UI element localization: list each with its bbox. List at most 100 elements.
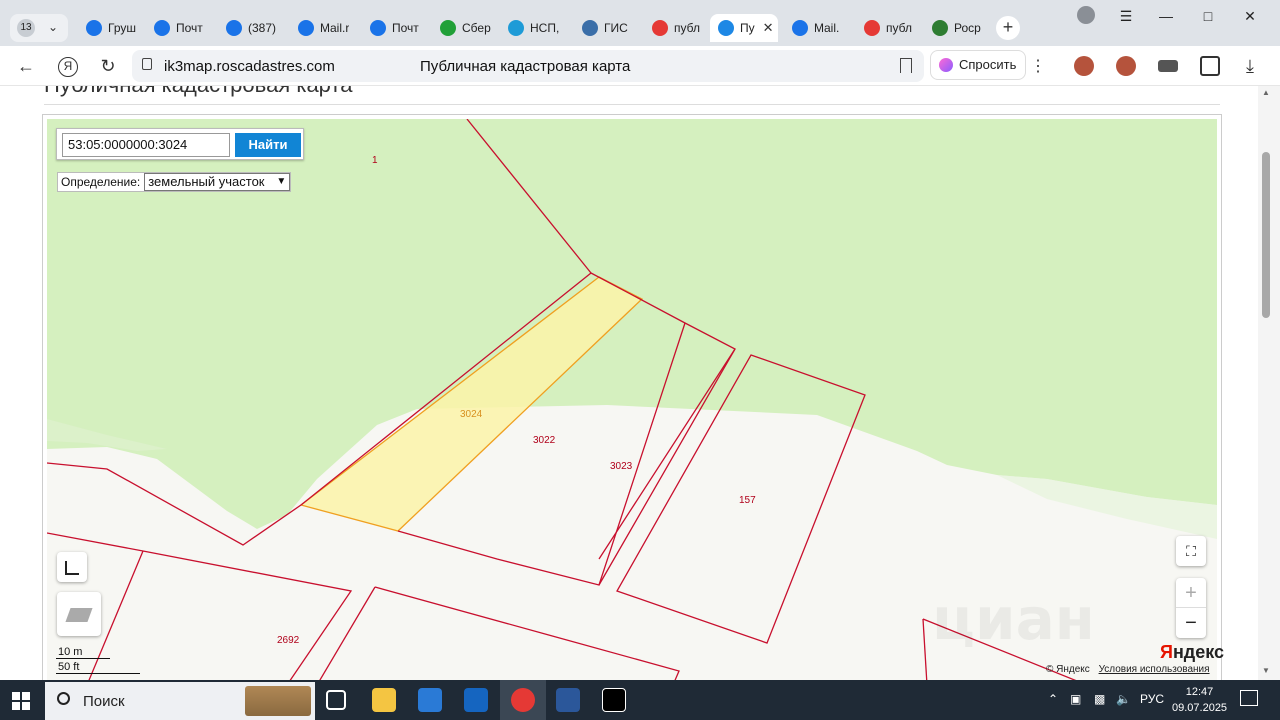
7zip-icon[interactable] — [602, 688, 626, 712]
back-icon[interactable]: ← — [14, 54, 38, 78]
page-scrollbar[interactable]: ▲ ▼ — [1258, 86, 1280, 680]
mail-icon — [370, 20, 386, 36]
tray-chevron-icon[interactable]: ⌃ — [1048, 692, 1058, 706]
clock-time: 12:47 — [1185, 686, 1214, 698]
language-indicator[interactable]: РУС — [1140, 692, 1164, 706]
mail-icon — [86, 20, 102, 36]
zoom-control: + − — [1176, 578, 1206, 638]
extension-icon-2[interactable] — [1116, 56, 1136, 76]
close-tab-icon[interactable]: ✕ — [763, 20, 774, 36]
terms-link[interactable]: Условия использования — [1099, 664, 1210, 675]
definition-select[interactable]: земельный участок ▼ — [144, 173, 291, 191]
reload-icon[interactable]: ↻ — [96, 54, 120, 78]
page-title-in-bar: Публичная кадастровая карта — [420, 58, 631, 75]
maximize-icon[interactable]: □ — [1194, 8, 1222, 24]
ask-alice-button[interactable]: Спросить — [930, 50, 1026, 80]
rosreestr-icon — [932, 20, 948, 36]
close-window-icon[interactable]: ✕ — [1236, 8, 1264, 25]
zoom-in-button[interactable]: + — [1176, 578, 1206, 608]
tab-9-active[interactable]: Пу ✕ — [710, 14, 778, 42]
tab-count: 13 — [17, 19, 35, 37]
download-icon[interactable]: ⤓ — [1238, 54, 1262, 78]
clock[interactable]: 12:47 09.07.2025 — [1172, 684, 1227, 716]
new-tab-button[interactable]: + — [996, 16, 1020, 40]
scrollbar-thumb[interactable] — [1262, 152, 1270, 318]
parcel-label-2692[interactable]: 2692 — [277, 635, 300, 646]
parcel-label-3024[interactable]: 3024 — [460, 409, 483, 420]
volume-muted-icon[interactable]: 🔈 — [1116, 692, 1131, 706]
cadastral-number-input[interactable]: 53:05:0000000:3024 — [62, 133, 230, 157]
more-options-icon[interactable]: ⋮ — [1030, 56, 1046, 76]
collections-icon[interactable] — [1200, 56, 1220, 76]
emblem-icon — [582, 20, 598, 36]
yandex-browser-taskbar-active[interactable] — [500, 680, 546, 720]
parcel-label-3023[interactable]: 3023 — [610, 461, 633, 472]
rosreestr-icon — [718, 20, 734, 36]
layers-button[interactable] — [57, 592, 101, 636]
tab-11[interactable]: публ — [856, 14, 922, 42]
parcel-label-3022[interactable]: 3022 — [533, 435, 556, 446]
notifications-icon[interactable] — [1240, 690, 1258, 706]
scale-meters: 10 m — [56, 646, 110, 659]
scroll-up-icon[interactable]: ▲ — [1262, 88, 1270, 97]
task-view-icon[interactable] — [326, 690, 346, 710]
cadastral-search-panel: 53:05:0000000:3024 Найти — [56, 128, 304, 160]
extension-icon-1[interactable] — [1074, 56, 1094, 76]
clock-date: 09.07.2025 — [1172, 702, 1228, 714]
windows-start-icon[interactable] — [12, 692, 30, 710]
file-explorer-icon[interactable] — [372, 688, 396, 712]
tab-8[interactable]: публ — [644, 14, 710, 42]
url-text: ik3map.roscadastres.com — [164, 58, 335, 75]
tab-12[interactable]: Роср — [924, 14, 990, 42]
tab-1[interactable]: Почт — [146, 14, 212, 42]
map-attribution: © Яндекс Условия использования — [1046, 664, 1210, 675]
minimize-icon[interactable]: — — [1152, 8, 1180, 24]
ruler-button[interactable] — [57, 552, 87, 582]
mail-icon — [154, 20, 170, 36]
yandex-logo[interactable]: Яндекс — [1160, 642, 1224, 663]
chevron-down-icon: ⌄ — [48, 20, 59, 34]
cadastral-map[interactable]: циан 1 3024 3022 3023 157 2692 — [47, 119, 1217, 680]
mail-icon — [792, 20, 808, 36]
parcel-label-157[interactable]: 157 — [739, 495, 756, 506]
definition-label: Определение: — [61, 175, 141, 189]
windows-taskbar: Поиск ⌃ ▣ ▩ 🔈 РУС 12:47 09.07.2025 — [0, 680, 1280, 720]
menu-icon[interactable]: ☰ — [1112, 8, 1140, 25]
yandex-home-icon[interactable]: Я — [56, 54, 80, 78]
find-button[interactable]: Найти — [235, 133, 301, 157]
tab-5[interactable]: Сбер — [432, 14, 498, 42]
yandex-browser-icon — [511, 688, 535, 712]
tab-4[interactable]: Почт — [362, 14, 428, 42]
tab-0[interactable]: Груш — [78, 14, 140, 42]
taskbar-search[interactable]: Поиск — [45, 682, 315, 720]
tab-count-button[interactable]: 13 ⌄ — [10, 14, 68, 42]
browser-tab-bar: 13 ⌄ Груш Почт (387) Mail.r Почт Сбер НС… — [0, 0, 1280, 46]
tab-6[interactable]: НСП, — [500, 14, 566, 42]
tab-2[interactable]: (387) — [218, 14, 284, 42]
fullscreen-button[interactable]: ⛶ — [1176, 536, 1206, 566]
tray-app-icon[interactable]: ▣ — [1070, 692, 1081, 706]
search-highlight-image — [245, 686, 311, 716]
fullscreen-icon: ⛶ — [1186, 543, 1196, 559]
parcel-label-1[interactable]: 1 — [372, 155, 378, 166]
extension-icon-3[interactable] — [1158, 60, 1178, 72]
search-icon — [57, 692, 70, 705]
zoom-out-button[interactable]: − — [1176, 608, 1206, 638]
divider — [44, 104, 1220, 105]
store-icon[interactable] — [418, 688, 442, 712]
profile-icon[interactable] — [1072, 6, 1100, 27]
tab-7[interactable]: ГИС — [574, 14, 640, 42]
tab-10[interactable]: Mail. — [784, 14, 850, 42]
alice-icon — [939, 58, 953, 72]
tab-3[interactable]: Mail.r — [290, 14, 356, 42]
scroll-down-icon[interactable]: ▼ — [1262, 666, 1270, 675]
outlook-icon[interactable] — [464, 688, 488, 712]
bookmark-icon[interactable] — [900, 58, 912, 73]
layers-icon — [65, 608, 93, 623]
address-bar[interactable]: ik3map.roscadastres.com Публичная кадаст… — [132, 50, 924, 82]
word-icon[interactable] — [556, 688, 580, 712]
network-icon[interactable]: ▩ — [1094, 692, 1105, 706]
yandex-icon — [864, 20, 880, 36]
map-canvas[interactable]: циан 1 3024 3022 3023 157 2692 — [47, 119, 1217, 680]
map-scale: 10 m 50 ft — [56, 646, 140, 674]
